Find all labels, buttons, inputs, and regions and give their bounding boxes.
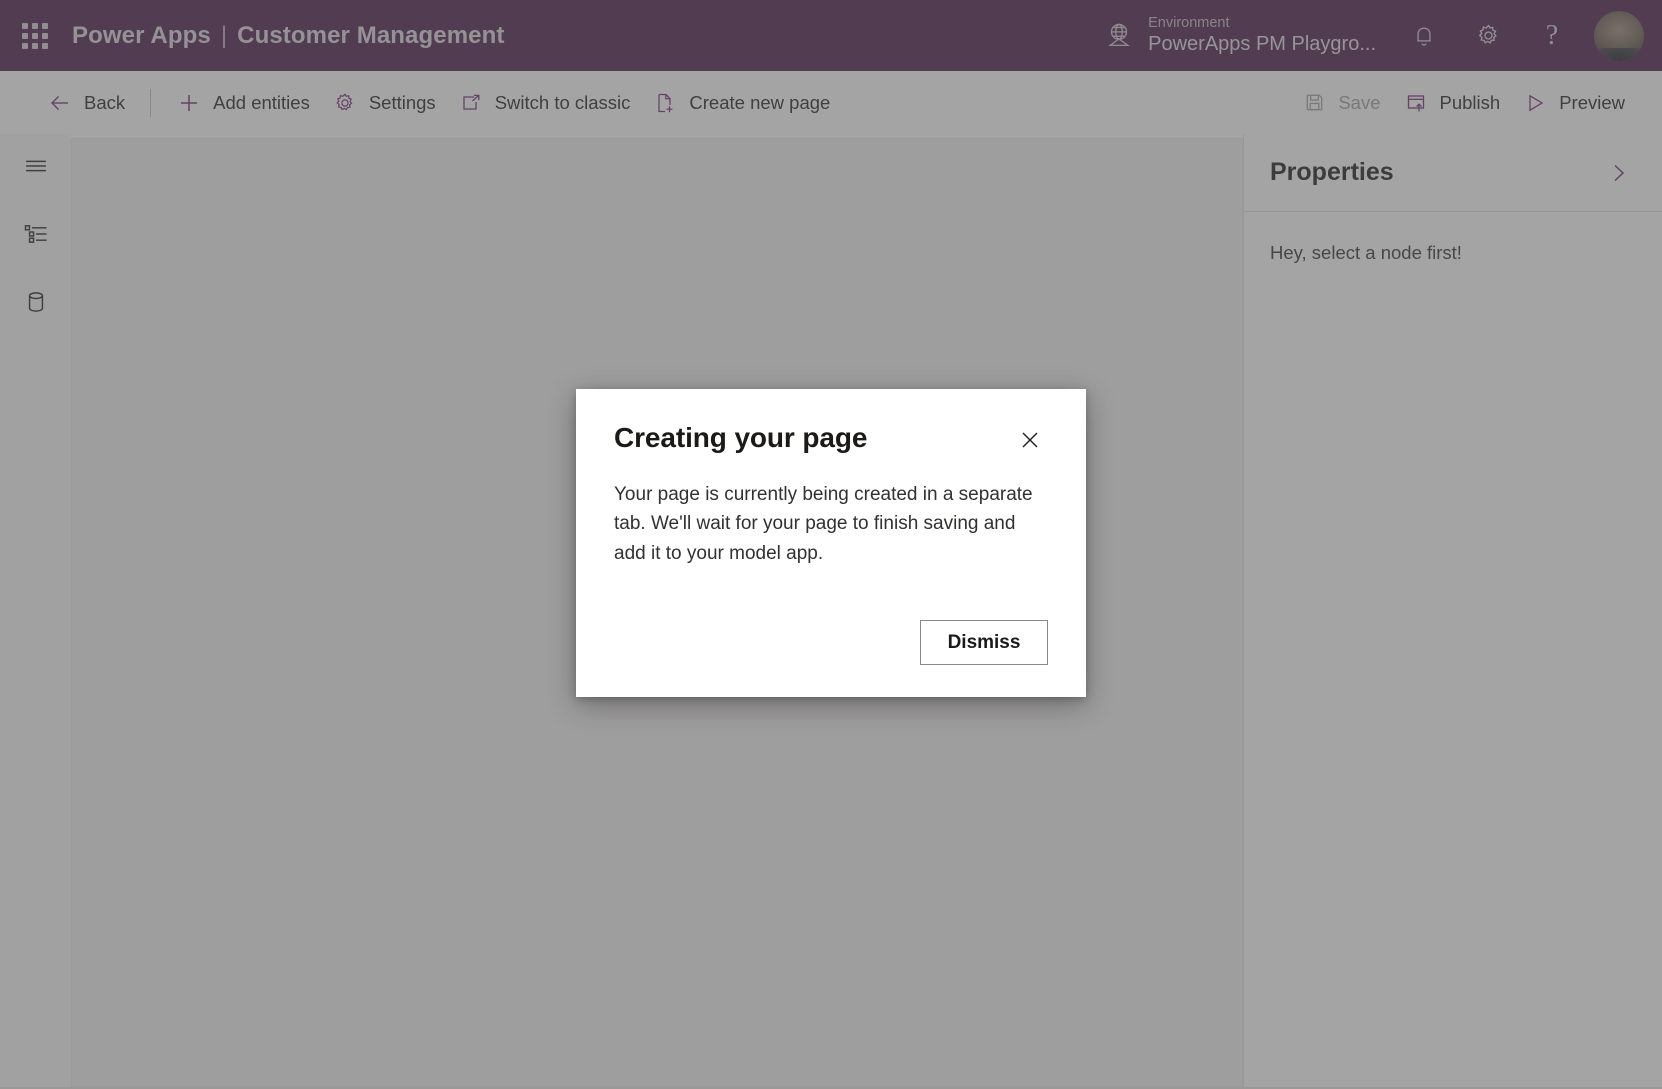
dialog-footer: Dismiss xyxy=(614,620,1048,697)
dismiss-button[interactable]: Dismiss xyxy=(920,620,1048,665)
creating-page-dialog: Creating your page Your page is currentl… xyxy=(576,389,1086,697)
dialog-title: Creating your page xyxy=(614,422,868,453)
dialog-message: Your page is currently being created in … xyxy=(614,484,1033,564)
power-apps-app-designer: Power Apps|Customer Management Environme… xyxy=(0,0,1662,1089)
close-icon[interactable] xyxy=(1012,422,1048,458)
dialog-header: Creating your page xyxy=(614,421,1048,458)
